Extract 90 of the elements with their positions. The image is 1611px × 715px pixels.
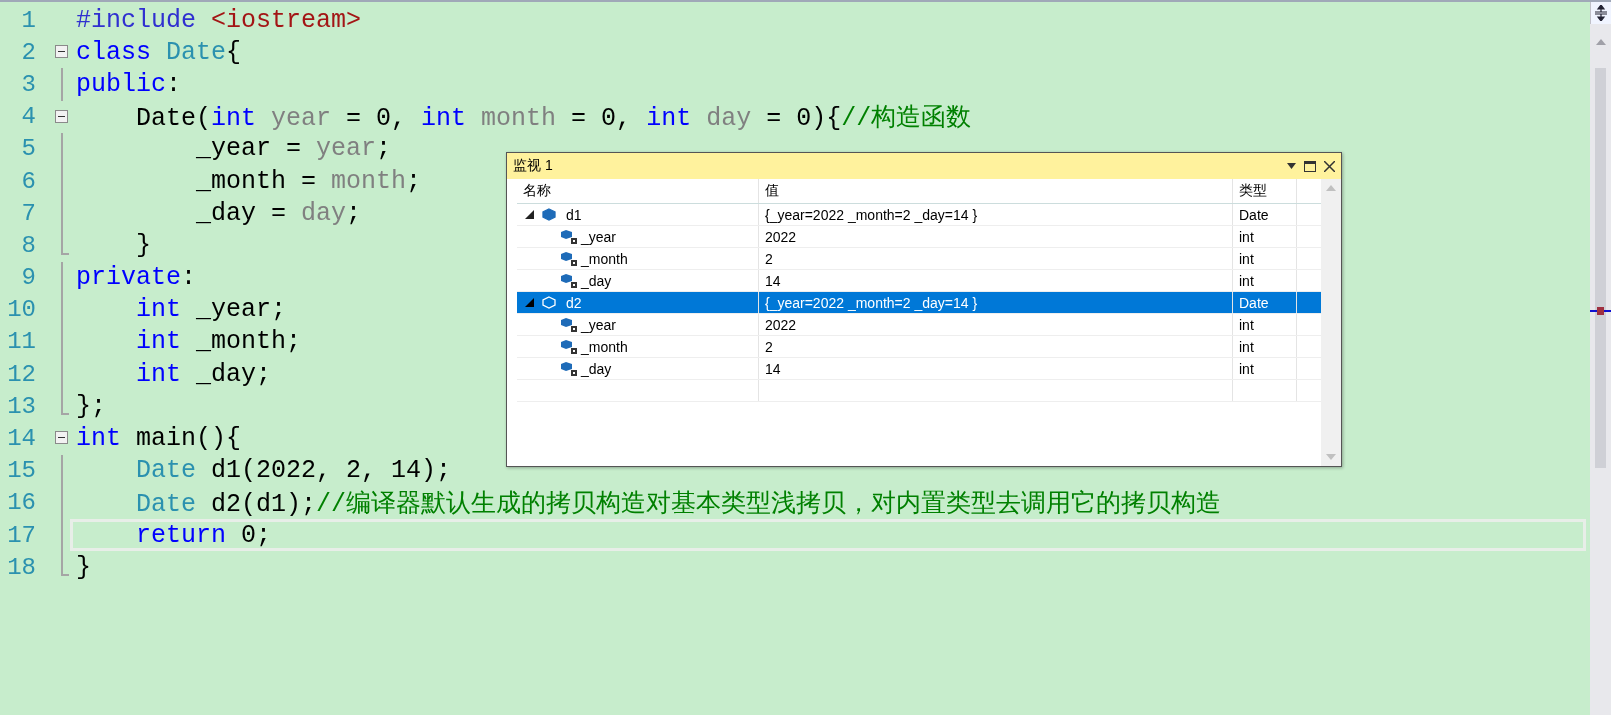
variable-type: Date: [1239, 206, 1269, 223]
code-line: int _day;: [135, 359, 272, 389]
watch-row[interactable]: d2 {_year=2022 _month=2 _day=14 } Date: [517, 292, 1321, 314]
code-line: class Date{: [76, 37, 242, 67]
line-number: 3: [20, 70, 36, 98]
line-number: 11: [6, 328, 36, 356]
field-icon: [561, 338, 579, 355]
line-number: 9: [20, 264, 36, 292]
collapse-icon[interactable]: [55, 109, 68, 123]
code-line: public:: [76, 69, 182, 99]
watch-row[interactable]: _month 2 int: [517, 336, 1321, 358]
variable-type: int: [1239, 250, 1254, 267]
column-header[interactable]: 名称: [523, 182, 551, 200]
code-line: }: [135, 230, 151, 260]
object-icon: [542, 296, 556, 309]
variable-value: {_year=2022 _month=2 _day=14 }: [765, 294, 978, 311]
line-number: 16: [6, 489, 36, 517]
field-icon: [561, 228, 579, 245]
watch-row[interactable]: _month 2 int: [517, 248, 1321, 270]
watch-row[interactable]: _year 2022 int: [517, 226, 1321, 248]
variable-value: 2: [765, 250, 773, 267]
collapse-icon[interactable]: [55, 431, 68, 445]
variable-name: _month: [581, 250, 628, 267]
vertical-scrollbar[interactable]: [1590, 2, 1611, 715]
variable-type: int: [1239, 360, 1254, 377]
line-number: 1: [20, 6, 36, 34]
code-line: _day = day;: [195, 198, 362, 228]
code-line: private:: [76, 263, 197, 293]
field-icon: [561, 272, 579, 289]
variable-value: {_year=2022 _month=2 _day=14 }: [765, 206, 978, 223]
split-icon[interactable]: [1589, 2, 1611, 24]
code-line: #include <iostream>: [76, 5, 362, 35]
variable-value: 2: [765, 338, 773, 355]
variable-value: 2022: [765, 228, 797, 245]
column-header[interactable]: 值: [765, 182, 779, 200]
scroll-track[interactable]: [1595, 68, 1606, 468]
position-marker-icon: [1590, 307, 1611, 315]
watch-row[interactable]: _day 14 int: [517, 358, 1321, 380]
variable-name: d2: [566, 294, 582, 311]
line-number: 2: [20, 38, 36, 66]
code-line: };: [76, 391, 106, 421]
line-number: 14: [6, 425, 36, 453]
code-line: }: [76, 552, 91, 582]
variable-name: _year: [581, 316, 617, 333]
code-line: Date d2(d1);//编译器默认生成的拷贝构造对基本类型浅拷贝，对内置类型去调用它的拷贝构造: [135, 489, 1222, 520]
code-line: Date d1(2022, 2, 14);: [135, 456, 452, 486]
variable-name: _day: [581, 360, 612, 377]
line-number: 10: [6, 296, 36, 324]
field-icon: [561, 250, 579, 267]
code-line: int _year;: [135, 295, 287, 325]
maximize-icon[interactable]: [1304, 160, 1316, 172]
field-icon: [561, 316, 579, 333]
code-line: _year = year;: [195, 134, 392, 164]
line-number: 18: [6, 553, 36, 581]
code-line: _month = month;: [195, 166, 422, 196]
variable-name: _day: [581, 272, 612, 289]
variable-type: Date: [1239, 294, 1269, 311]
line-number: 12: [6, 360, 36, 388]
field-icon: [561, 360, 579, 377]
variable-type: int: [1239, 338, 1254, 355]
line-number: 5: [20, 135, 36, 163]
variable-type: int: [1239, 228, 1254, 245]
line-number: 8: [20, 231, 36, 259]
code-line: return 0;: [135, 520, 272, 550]
line-number: 4: [20, 103, 36, 131]
line-number: 15: [6, 457, 36, 485]
variable-name: d1: [566, 206, 582, 223]
expand-arrow-icon[interactable]: [525, 210, 534, 219]
variable-value: 14: [765, 360, 781, 377]
column-header[interactable]: 类型: [1239, 182, 1267, 200]
variable-type: int: [1239, 316, 1254, 333]
variable-name: _month: [581, 338, 628, 355]
variable-type: int: [1239, 272, 1254, 289]
object-icon: [542, 208, 556, 221]
window-title: 监视 1: [513, 157, 554, 175]
dropdown-icon[interactable]: [1287, 163, 1296, 169]
collapse-icon[interactable]: [55, 45, 68, 59]
variable-value: 14: [765, 272, 781, 289]
variable-name: _year: [581, 228, 617, 245]
code-line: Date(int year = 0, int month = 0, int day = 0){//构造函数: [135, 103, 972, 134]
close-icon[interactable]: [1324, 160, 1335, 172]
watch-row[interactable]: _year 2022 int: [517, 314, 1321, 336]
code-line: int main(){: [76, 424, 242, 454]
line-number: 6: [20, 167, 36, 195]
watch-row[interactable]: d1 {_year=2022 _month=2 _day=14 } Date: [517, 204, 1321, 226]
line-number: 17: [6, 521, 36, 549]
line-number: 13: [6, 392, 36, 420]
code-line: int _month;: [135, 327, 302, 357]
line-number: 7: [20, 199, 36, 227]
variable-value: 2022: [765, 316, 797, 333]
